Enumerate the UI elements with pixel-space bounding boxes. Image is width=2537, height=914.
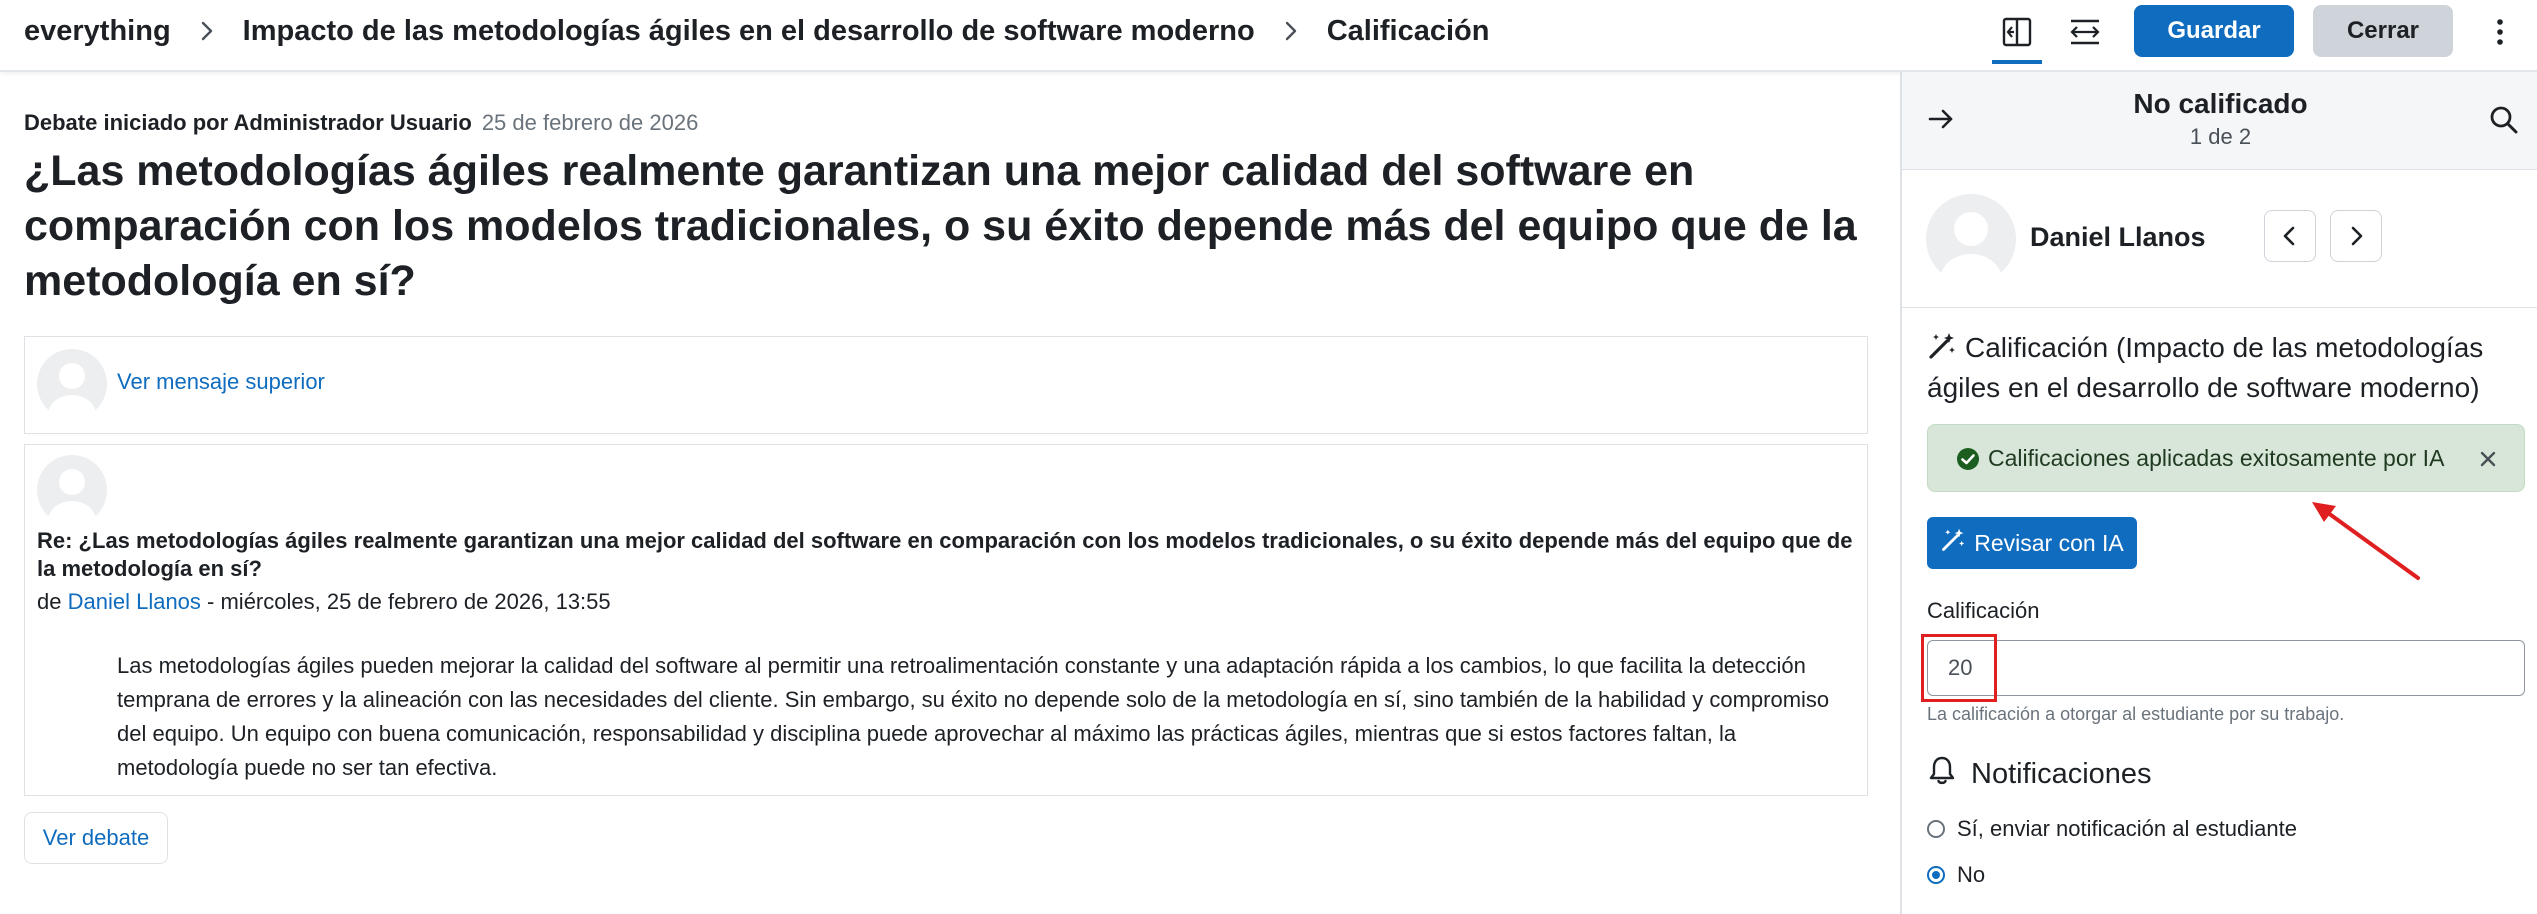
kebab-icon[interactable] (2480, 10, 2520, 54)
save-button[interactable]: Guardar (2134, 5, 2294, 57)
alert-message: Calificaciones aplicadas exitosamente po… (1988, 445, 2445, 471)
chevron-right-icon (193, 17, 221, 45)
expand-width-icon[interactable] (2060, 10, 2110, 54)
top-bar: everything Impacto de las metodologías á… (0, 0, 2537, 72)
parent-message-box: Ver mensaje superior (24, 336, 1868, 434)
magic-wand-icon (1927, 331, 1957, 370)
notify-no-option[interactable]: No (1927, 862, 1985, 888)
previous-user-button[interactable] (2264, 210, 2316, 262)
avatar (1926, 194, 2016, 284)
collapse-panel-icon[interactable] (1992, 10, 2042, 64)
breadcrumb-current: Calificación (1326, 14, 1490, 47)
student-name: Daniel Llanos (2030, 222, 2206, 252)
post-box: Re: ¿Las metodologías ágiles realmente g… (24, 444, 1868, 796)
discussion-content: Debate iniciado por Administrador Usuari… (0, 72, 1900, 914)
grade-section-title: Calificación (Impacto de las metodología… (1927, 332, 2484, 403)
check-circle-icon (1956, 447, 1980, 476)
next-user-button[interactable] (2330, 210, 2382, 262)
magic-wand-icon (1940, 527, 1966, 559)
post-date: - miércoles, 25 de febrero de 2026, 13:5… (207, 589, 611, 614)
grade-input[interactable]: 20 (1927, 640, 2525, 696)
success-alert: Calificaciones aplicadas exitosamente po… (1927, 424, 2525, 492)
bell-icon (1927, 754, 1957, 794)
grade-help-text: La calificación a otorgar al estudiante … (1927, 704, 2345, 724)
author-link[interactable]: Daniel Llanos (68, 589, 201, 614)
grading-panel: No calificado 1 de 2 Daniel Llanos Calif… (1900, 72, 2537, 914)
post-subject: Re: ¿Las metodologías ágiles realmente g… (37, 528, 1853, 581)
search-icon[interactable] (2488, 104, 2520, 141)
starter-date: 25 de febrero de 2026 (481, 110, 699, 135)
view-discussion-button[interactable]: Ver debate (24, 812, 168, 864)
annotation-highlight-box (1921, 634, 1997, 702)
close-icon[interactable] (2478, 449, 2498, 474)
radio-yes-label: Sí, enviar notificación al estudiante (1957, 816, 2297, 841)
discussion-starter: Debate iniciado por Administrador Usuari… (24, 110, 698, 136)
breadcrumb: everything Impacto de las metodologías á… (24, 0, 1490, 62)
review-with-ai-button[interactable]: Revisar con IA (1927, 517, 2137, 569)
avatar (37, 349, 107, 419)
radio-no-label: No (1957, 862, 1986, 887)
chevron-left-icon (2283, 226, 2295, 246)
radio-no[interactable] (1927, 866, 1945, 884)
grade-section-heading: Calificación (Impacto de las metodología… (1927, 330, 2527, 406)
panel-header: No calificado 1 de 2 (1902, 72, 2537, 170)
chevron-right-icon (2351, 226, 2363, 246)
notifications-heading: Notificaciones (1927, 754, 2152, 794)
close-button[interactable]: Cerrar (2313, 5, 2453, 57)
breadcrumb-activity[interactable]: Impacto de las metodologías ágiles en el… (243, 15, 1255, 48)
submission-count: 1 de 2 (2189, 124, 2252, 149)
grade-status: No calificado (2133, 88, 2308, 119)
breadcrumb-course[interactable]: everything (24, 15, 171, 48)
byline-prefix: de (37, 589, 62, 614)
grade-label: Calificación (1927, 598, 2040, 623)
post-body: Las metodologías ágiles pueden mejorar l… (117, 653, 1830, 780)
post-byline: de Daniel Llanos - miércoles, 25 de febr… (37, 589, 611, 615)
starter-label: Debate iniciado por Administrador Usuari… (24, 110, 472, 135)
avatar (37, 455, 107, 525)
review-with-ai-label: Revisar con IA (1974, 529, 2124, 556)
radio-yes[interactable] (1927, 820, 1945, 838)
current-user-row: Daniel Llanos (1902, 170, 2537, 308)
discussion-title: ¿Las metodologías ágiles realmente garan… (24, 147, 1857, 305)
notifications-title: Notificaciones (1971, 757, 2152, 790)
chevron-right-icon (1277, 17, 1305, 45)
view-parent-link[interactable]: Ver mensaje superior (117, 369, 325, 395)
notify-yes-option[interactable]: Sí, enviar notificación al estudiante (1927, 816, 2297, 842)
